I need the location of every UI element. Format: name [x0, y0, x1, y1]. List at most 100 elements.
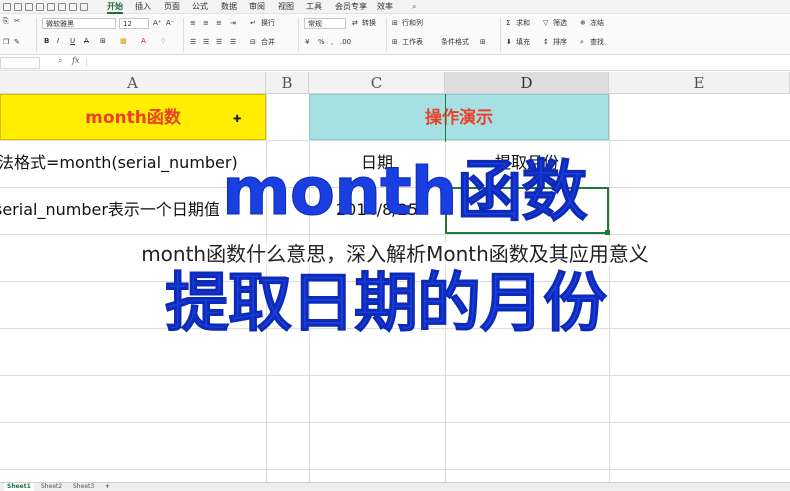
- rows-cols-label[interactable]: 行和列: [402, 19, 423, 28]
- sort-label[interactable]: 排序: [553, 38, 567, 47]
- clear-format-icon[interactable]: ♢: [160, 37, 166, 46]
- comma-icon[interactable]: ,: [331, 38, 333, 47]
- fill-label[interactable]: 填充: [516, 38, 530, 47]
- indent-icon[interactable]: ⇥: [230, 19, 236, 28]
- menu-efficiency[interactable]: 效率: [377, 1, 393, 12]
- freeze-label[interactable]: 冻结: [590, 19, 604, 28]
- cut-icon[interactable]: ✂: [14, 17, 20, 26]
- merge-icon[interactable]: ⊟: [250, 38, 256, 47]
- column-header-e[interactable]: E: [609, 72, 790, 94]
- sum-label[interactable]: 求和: [516, 19, 530, 28]
- currency-icon[interactable]: ¥: [305, 38, 309, 47]
- dropdown-icon[interactable]: [80, 3, 88, 11]
- rows-cols-icon[interactable]: ⊞: [392, 19, 398, 28]
- fill-handle[interactable]: [605, 230, 610, 235]
- underline-button[interactable]: U: [70, 37, 75, 46]
- wrap-label[interactable]: 换行: [261, 19, 275, 28]
- table-style-icon[interactable]: ⊞: [480, 38, 486, 47]
- grid-line: [609, 94, 610, 482]
- ribbon-toolbar: ⎘ ✂ ❐ ✎ 微软雅黑 12 A⁺ A⁻ B I U A ⊞ ▩ A ♢ ≡ …: [0, 14, 790, 55]
- menu-data[interactable]: 数据: [221, 1, 237, 12]
- cell-c1[interactable]: 操作演示: [309, 94, 609, 140]
- name-box[interactable]: [0, 57, 40, 69]
- menu-view[interactable]: 视图: [278, 1, 294, 12]
- column-header-b[interactable]: B: [266, 72, 309, 94]
- filter-icon[interactable]: ▽: [543, 19, 548, 28]
- print-icon[interactable]: [14, 3, 22, 11]
- number-format-select[interactable]: 常规: [304, 18, 346, 29]
- worksheet-label[interactable]: 工作表: [402, 38, 423, 47]
- cell-a1[interactable]: month函数: [0, 94, 266, 140]
- cursor-plus-icon: ✚: [233, 114, 242, 125]
- justify-icon[interactable]: ☰: [230, 38, 236, 47]
- separator: [36, 18, 37, 52]
- font-color-icon[interactable]: A: [141, 37, 146, 46]
- find-label[interactable]: 查找: [590, 38, 604, 47]
- convert-label[interactable]: 转换: [362, 19, 376, 28]
- align-center-icon[interactable]: ☰: [203, 38, 209, 47]
- align-middle-icon[interactable]: ≡: [203, 19, 209, 28]
- zoom-formula-icon[interactable]: ⌕: [58, 56, 62, 66]
- fill-color-icon[interactable]: ▩: [120, 37, 127, 46]
- freeze-icon[interactable]: ❄: [580, 19, 586, 28]
- align-left-icon[interactable]: ☰: [190, 38, 196, 47]
- align-top-icon[interactable]: ≡: [190, 19, 196, 28]
- copy-icon[interactable]: ❐: [3, 38, 9, 47]
- merge-label[interactable]: 合并: [261, 38, 275, 47]
- fx-icon[interactable]: fx: [72, 56, 79, 65]
- sort-icon[interactable]: ↕: [543, 38, 549, 47]
- strike-button[interactable]: A: [84, 37, 89, 46]
- format-painter-icon[interactable]: [47, 3, 55, 11]
- font-name-select[interactable]: 微软雅黑: [42, 18, 116, 29]
- search-icon[interactable]: ⌕: [412, 1, 416, 12]
- bold-button[interactable]: B: [44, 37, 49, 46]
- grid-line: [0, 422, 790, 423]
- overlay-title-line1: month函数: [222, 153, 589, 230]
- font-size-select[interactable]: 12: [119, 18, 149, 29]
- percent-icon[interactable]: %: [318, 38, 325, 47]
- formula-input[interactable]: [86, 57, 787, 67]
- grid-line: [0, 375, 790, 376]
- column-header-a[interactable]: A: [0, 72, 266, 94]
- menu-page[interactable]: 页面: [164, 1, 180, 12]
- more-icon[interactable]: [69, 3, 77, 11]
- separator: [298, 18, 299, 52]
- cond-format-label[interactable]: 条件格式: [441, 38, 469, 47]
- formula-bar: ⌕ fx: [0, 55, 790, 71]
- menu-insert[interactable]: 插入: [135, 1, 151, 12]
- menu-home[interactable]: 开始: [107, 1, 123, 14]
- decimal-icon[interactable]: .00: [340, 38, 351, 47]
- align-bottom-icon[interactable]: ≡: [216, 19, 222, 28]
- convert-icon[interactable]: ⇄: [352, 19, 358, 28]
- caption-text: month函数什么意思，深入解析Month函数及其应用意义: [139, 242, 651, 266]
- menu-bar: 开始 插入 页面 公式 数据 审阅 视图 工具 会员专享 效率 ⌕: [0, 0, 790, 14]
- separator: [386, 18, 387, 52]
- caption: month函数什么意思，深入解析Month函数及其应用意义: [0, 238, 790, 267]
- worksheet-icon[interactable]: ⊞: [392, 38, 398, 47]
- menu-member[interactable]: 会员专享: [335, 1, 367, 12]
- grid-line: [0, 469, 790, 470]
- wrap-icon[interactable]: ↵: [250, 19, 256, 28]
- preview-icon[interactable]: [58, 3, 66, 11]
- filter-label[interactable]: 筛选: [553, 19, 567, 28]
- save-icon[interactable]: [3, 3, 11, 11]
- font-shrink-icon[interactable]: A⁻: [166, 19, 174, 28]
- selection-edge: [445, 94, 446, 142]
- redo-icon[interactable]: [36, 3, 44, 11]
- fill-icon[interactable]: ⬇: [506, 38, 512, 47]
- menu-review[interactable]: 审阅: [249, 1, 265, 12]
- font-grow-icon[interactable]: A⁺: [153, 19, 161, 28]
- sum-icon[interactable]: Σ: [506, 19, 510, 28]
- menu-tools[interactable]: 工具: [306, 1, 322, 12]
- paste-icon[interactable]: ⎘: [3, 17, 9, 26]
- column-header-d[interactable]: D: [445, 72, 609, 94]
- menu-formula[interactable]: 公式: [192, 1, 208, 12]
- column-header-c[interactable]: C: [309, 72, 445, 94]
- separator: [183, 18, 184, 52]
- border-icon[interactable]: ⊞: [100, 37, 106, 46]
- undo-icon[interactable]: [25, 3, 33, 11]
- format-brush-icon[interactable]: ✎: [14, 38, 20, 47]
- find-icon[interactable]: ⌕: [580, 38, 584, 47]
- italic-button[interactable]: I: [57, 37, 59, 46]
- align-right-icon[interactable]: ☰: [216, 38, 222, 47]
